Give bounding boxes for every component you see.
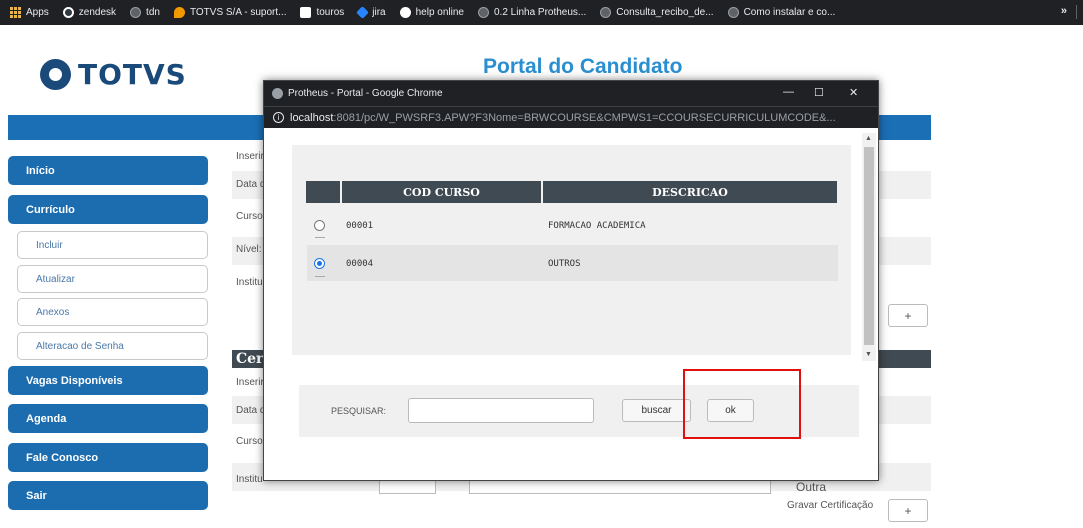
bookmark-label: Consulta_recibo_de...: [616, 7, 714, 18]
scroll-down-icon[interactable]: ▼: [865, 351, 872, 358]
globe-icon: [477, 7, 489, 18]
url-path: :8081/pc/W_PWSRF3.APW?F3Nome=BRWCOURSE&C…: [333, 111, 836, 124]
totvs-logo: TOTVS: [40, 58, 187, 91]
popup-title-text: Protheus - Portal - Google Chrome: [288, 88, 443, 99]
bookmark-label: Apps: [26, 7, 49, 18]
bookmark-label: 0.2 Linha Protheus...: [493, 7, 587, 18]
jira-icon: [356, 6, 370, 19]
bookmark-linha-protheus[interactable]: 0.2 Linha Protheus...: [477, 7, 587, 18]
zendesk-icon: [62, 7, 74, 18]
flame-icon: [173, 7, 185, 18]
sidebar-item-vagas[interactable]: Vagas Disponíveis: [8, 366, 208, 395]
bookmark-label: TOTVS S/A - suport...: [189, 7, 287, 18]
logo-text: TOTVS: [78, 58, 187, 91]
more-bookmarks-icon[interactable]: »: [1061, 5, 1067, 17]
help-icon: [399, 7, 411, 18]
grid-header-select: [306, 181, 340, 203]
row-code: 00001: [346, 221, 374, 231]
globe-icon: [600, 7, 612, 18]
form-label: Data d: [236, 405, 266, 416]
sidebar-item-inicio[interactable]: Início: [8, 156, 208, 185]
url-host: localhost: [290, 111, 334, 124]
sidebar-item-agenda[interactable]: Agenda: [8, 404, 208, 433]
radio-underline: [315, 237, 325, 238]
page-title: Portal do Candidato: [483, 55, 683, 78]
search-input[interactable]: [408, 398, 594, 423]
chrome-icon: [272, 88, 283, 99]
bookmark-label: help online: [415, 7, 464, 18]
bookmark-como-instalar[interactable]: Como instalar e co...: [727, 7, 836, 18]
bookmark-consulta-recibo[interactable]: Consulta_recibo_de...: [600, 7, 714, 18]
bookmark-jira[interactable]: jira: [356, 6, 386, 19]
form-label: Inserir: [236, 151, 264, 162]
bookmark-zendesk[interactable]: zendesk: [62, 7, 117, 18]
bookmark-label: Como instalar e co...: [743, 7, 836, 18]
sidebar-item-sair[interactable]: Sair: [8, 481, 208, 510]
form-label: Nível:: [236, 244, 262, 255]
form-label: Data d: [236, 179, 266, 190]
search-label: PESQUISAR:: [331, 406, 387, 416]
bookmark-tdn[interactable]: tdn: [130, 7, 160, 18]
scroll-up-icon[interactable]: ▲: [865, 135, 872, 142]
info-icon[interactable]: i: [273, 112, 284, 123]
bookmark-label: jira: [372, 7, 386, 18]
bookmarks-bar: Apps zendesk tdn TOTVS S/A - suport... t…: [0, 0, 1083, 25]
totvs-logo-icon: [40, 59, 71, 90]
maximize-icon[interactable]: ☐: [814, 86, 824, 99]
bookmark-totvs-suporte[interactable]: TOTVS S/A - suport...: [173, 7, 287, 18]
sidebar-item-incluir[interactable]: Incluir: [17, 231, 208, 259]
form-label: Curso: [236, 211, 263, 222]
scroll-thumb[interactable]: [864, 147, 874, 345]
sidebar-item-atualizar[interactable]: Atualizar: [17, 265, 208, 293]
touros-icon: [300, 7, 312, 18]
bookmark-touros[interactable]: touros: [300, 7, 344, 18]
row-radio-selected[interactable]: [314, 258, 325, 269]
buscar-button[interactable]: buscar: [622, 399, 691, 422]
bookmark-help-online[interactable]: help online: [399, 7, 464, 18]
bookmark-label: touros: [316, 7, 345, 18]
grid-header-descricao: DESCRICAO: [543, 181, 837, 203]
address-bar[interactable]: i localhost :8081/pc/W_PWSRF3.APW?F3Nome…: [264, 106, 878, 128]
results-grid: COD CURSO DESCRICAO 00001 FORMACAO ACADE…: [292, 145, 851, 355]
sidebar-item-alteracao-senha[interactable]: Alteracao de Senha: [17, 332, 208, 360]
form-label: Institu: [236, 474, 263, 485]
gravar-certificacao-label: Gravar Certificação: [787, 500, 874, 511]
bookmark-apps[interactable]: Apps: [10, 7, 49, 18]
form-label: Institu: [236, 277, 263, 288]
globe-icon: [727, 7, 739, 18]
add-button[interactable]: +: [888, 304, 928, 327]
row-radio[interactable]: [314, 220, 325, 231]
highlight-annotation: [683, 369, 801, 439]
sidebar-item-anexos[interactable]: Anexos: [17, 298, 208, 326]
minimize-icon[interactable]: —: [783, 86, 794, 98]
row-description: OUTROS: [548, 259, 581, 269]
bookmark-label: tdn: [146, 7, 160, 18]
scrollbar[interactable]: ▲ ▼: [862, 133, 876, 361]
globe-icon: [130, 7, 142, 18]
apps-grid-icon: [10, 7, 21, 18]
bookmarks-separator: [1076, 5, 1077, 19]
radio-underline: [315, 276, 325, 277]
row-code: 00004: [346, 259, 374, 269]
popup-titlebar: Protheus - Portal - Google Chrome — ☐ ✕: [264, 81, 878, 106]
sidebar-item-fale-conosco[interactable]: Fale Conosco: [8, 443, 208, 472]
form-label: Curso: [236, 436, 263, 447]
bookmark-label: zendesk: [78, 7, 117, 18]
grid-header-cod-curso: COD CURSO: [342, 181, 541, 203]
sidebar-item-curriculo[interactable]: Currículo: [8, 195, 208, 224]
add-certificacao-button[interactable]: +: [888, 499, 928, 522]
close-icon[interactable]: ✕: [849, 86, 858, 99]
row-description: FORMACAO ACADEMICA: [548, 221, 646, 231]
outra-label: Outra: [796, 480, 827, 494]
form-label: Inserir: [236, 377, 264, 388]
